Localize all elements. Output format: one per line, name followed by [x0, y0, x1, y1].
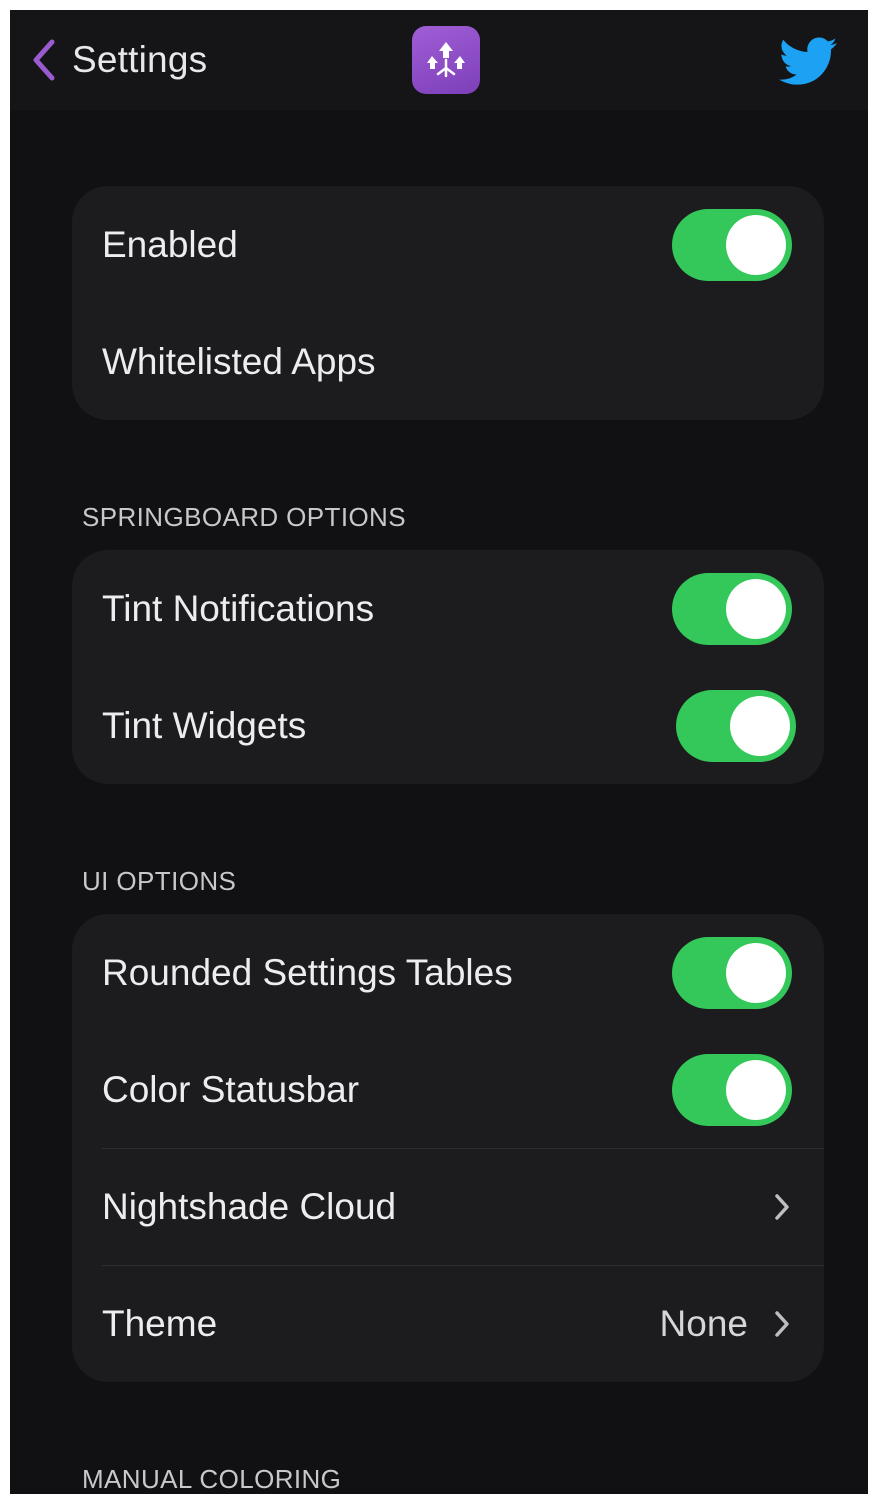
nightshade-logo-icon	[412, 26, 480, 94]
settings-screen: Settings Enabled Whitelisted Apps SPRING…	[10, 10, 868, 1494]
tint-notifications-row: Tint Notifications	[72, 550, 824, 667]
nightshade-cloud-row[interactable]: Nightshade Cloud	[72, 1148, 824, 1265]
theme-value: None	[659, 1302, 748, 1344]
toggle-knob	[726, 578, 786, 639]
tint-widgets-toggle[interactable]	[676, 689, 796, 762]
ui-options-header: UI OPTIONS	[82, 866, 237, 896]
enabled-toggle[interactable]	[672, 208, 792, 281]
back-button[interactable]: Settings	[28, 32, 207, 88]
navigation-bar: Settings	[10, 10, 868, 110]
theme-label: Theme	[102, 1302, 218, 1344]
general-group: Enabled Whitelisted Apps	[72, 186, 824, 420]
back-label: Settings	[72, 39, 208, 80]
chevron-right-icon	[775, 1193, 789, 1220]
enabled-label: Enabled	[102, 223, 238, 265]
tint-widgets-label: Tint Widgets	[102, 704, 307, 746]
whitelisted-apps-label: Whitelisted Apps	[102, 340, 376, 382]
enabled-row: Enabled	[72, 186, 824, 303]
rounded-settings-tables-row: Rounded Settings Tables	[72, 914, 824, 1031]
springboard-group: Tint Notifications Tint Widgets	[72, 550, 824, 784]
chevron-right-icon	[775, 1310, 789, 1337]
tint-widgets-row: Tint Widgets	[72, 667, 824, 784]
toggle-knob	[730, 695, 790, 756]
chevron-left-icon	[33, 39, 55, 81]
tint-notifications-label: Tint Notifications	[102, 587, 375, 629]
twitter-bird-icon[interactable]	[776, 32, 842, 90]
toggle-knob	[726, 1059, 786, 1120]
color-statusbar-row: Color Statusbar	[72, 1031, 824, 1148]
nightshade-cloud-label: Nightshade Cloud	[102, 1185, 397, 1227]
manual-coloring-header: MANUAL COLORING	[82, 1464, 342, 1494]
color-statusbar-toggle[interactable]	[672, 1053, 792, 1126]
tint-notifications-toggle[interactable]	[672, 572, 792, 645]
springboard-options-header: SPRINGBOARD OPTIONS	[82, 502, 406, 532]
color-statusbar-label: Color Statusbar	[102, 1068, 360, 1110]
theme-row[interactable]: Theme None	[72, 1265, 824, 1382]
toggle-knob	[726, 942, 786, 1003]
ui-options-group: Rounded Settings Tables Color Statusbar …	[72, 914, 824, 1382]
rounded-settings-tables-toggle[interactable]	[672, 936, 792, 1009]
rounded-settings-tables-label: Rounded Settings Tables	[102, 951, 513, 993]
whitelisted-apps-row[interactable]: Whitelisted Apps	[72, 303, 824, 420]
toggle-knob	[726, 214, 786, 275]
